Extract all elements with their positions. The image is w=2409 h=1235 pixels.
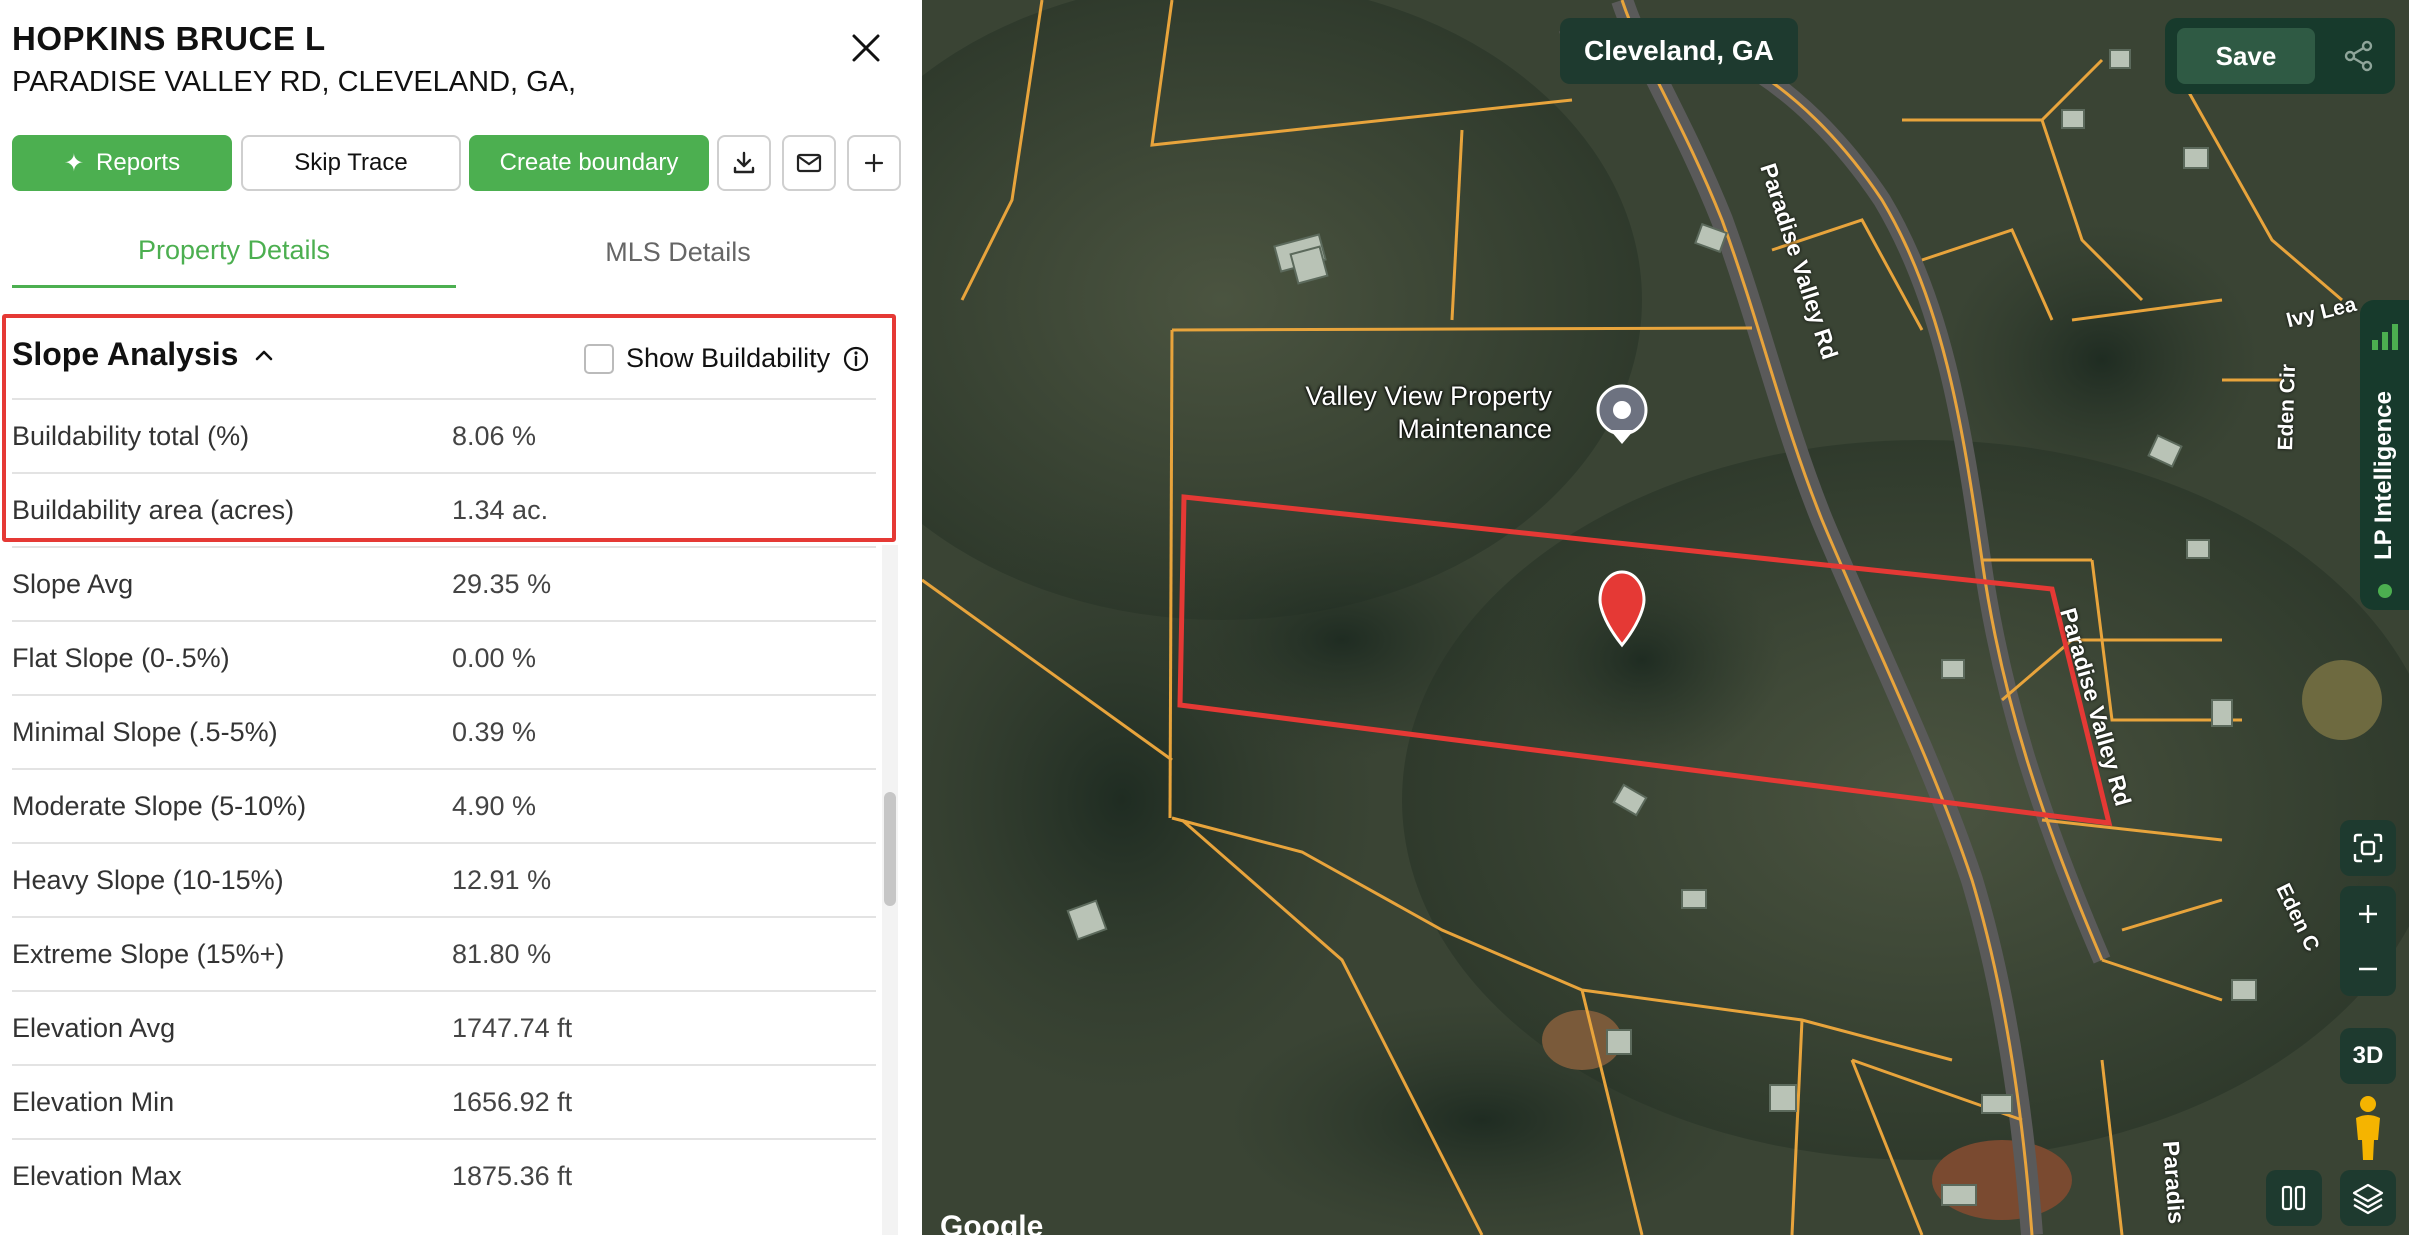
zoom-in-button[interactable] — [2340, 886, 2396, 941]
row-label: Extreme Slope (15%+) — [12, 938, 285, 969]
tab-mls-details[interactable]: MLS Details — [456, 228, 900, 288]
slope-table: Buildability total (%) 8.06 % Buildabili… — [12, 398, 876, 1212]
property-address: PARADISE VALLEY RD, CLEVELAND, GA, — [12, 66, 577, 98]
plus-icon — [864, 153, 884, 173]
row-value: 1.34 ac. — [452, 494, 549, 525]
create-boundary-button[interactable]: Create boundary — [469, 135, 709, 191]
row-value: 0.39 % — [452, 716, 537, 747]
row-label: Moderate Slope (5-10%) — [12, 790, 307, 821]
satellite-map[interactable]: Paradise Valley Rd Paradise Valley Rd Pa… — [922, 0, 2409, 1235]
map-attribution: Google — [940, 1210, 1044, 1235]
row-label: Slope Avg — [12, 568, 134, 599]
table-row: Minimal Slope (.5-5%) 0.39 % — [12, 694, 876, 768]
poi-label[interactable]: Valley View Property Maintenance — [1302, 380, 1552, 446]
split-view-button[interactable] — [2266, 1170, 2322, 1226]
chevron-up-icon — [256, 350, 273, 360]
signal-bars-icon — [2372, 324, 2398, 350]
row-label: Elevation Avg — [12, 1012, 176, 1043]
minus-icon — [2359, 967, 2377, 970]
skip-trace-label: Skip Trace — [294, 149, 408, 176]
row-label: Buildability area (acres) — [12, 494, 295, 525]
map-layers-button[interactable] — [2340, 1170, 2396, 1226]
table-row: Elevation Min 1656.92 ft — [12, 1064, 876, 1138]
row-label: Heavy Slope (10-15%) — [12, 864, 284, 895]
close-icon[interactable] — [846, 28, 886, 68]
recenter-button[interactable] — [2340, 820, 2396, 876]
table-row: Flat Slope (0-.5%) 0.00 % — [12, 620, 876, 694]
table-row: Moderate Slope (5-10%) 4.90 % — [12, 768, 876, 842]
status-dot — [2378, 584, 2392, 598]
map-imagery — [922, 0, 2409, 1235]
sparkle-icon: ✦ — [63, 149, 85, 177]
table-row: Buildability area (acres) 1.34 ac. — [12, 472, 876, 546]
email-button[interactable] — [782, 135, 836, 191]
save-panel: Save — [2165, 18, 2395, 94]
columns-icon — [2281, 1185, 2306, 1211]
row-label: Flat Slope (0-.5%) — [12, 642, 230, 673]
road-label: Paradis — [2158, 1140, 2190, 1225]
table-row: Elevation Avg 1747.74 ft — [12, 990, 876, 1064]
table-row: Heavy Slope (10-15%) 12.91 % — [12, 842, 876, 916]
row-label: Elevation Min — [12, 1086, 175, 1117]
zoom-controls — [2340, 886, 2396, 996]
plus-icon — [2359, 904, 2377, 923]
lp-intelligence-label: LP Intelligence — [2370, 391, 2397, 560]
row-label: Buildability total (%) — [12, 420, 250, 451]
reports-button[interactable]: ✦ Reports — [12, 135, 232, 191]
download-button[interactable] — [717, 135, 771, 191]
info-icon[interactable] — [842, 345, 870, 373]
row-label: Minimal Slope (.5-5%) — [12, 716, 278, 747]
create-boundary-label: Create boundary — [499, 149, 679, 176]
row-value: 0.00 % — [452, 642, 537, 673]
tab-property-details[interactable]: Property Details — [12, 228, 456, 288]
layers-icon — [2352, 1183, 2384, 1215]
row-value: 4.90 % — [452, 790, 537, 821]
detail-tabs: Property Details MLS Details — [12, 228, 900, 288]
property-panel: HOPKINS BRUCE L PARADISE VALLEY RD, CLEV… — [0, 0, 922, 1235]
3d-toggle-button[interactable]: 3D — [2340, 1028, 2396, 1084]
row-value: 81.80 % — [452, 938, 552, 969]
row-value: 1656.92 ft — [452, 1086, 573, 1117]
add-button[interactable] — [847, 135, 901, 191]
reports-label: Reports — [96, 149, 181, 176]
row-label: Elevation Max — [12, 1160, 182, 1191]
show-buildability-checkbox[interactable] — [584, 343, 614, 374]
zoom-out-button[interactable] — [2340, 941, 2396, 996]
panel-scrollbar-thumb[interactable] — [884, 792, 896, 906]
location-chip[interactable]: Cleveland, GA — [1560, 18, 1798, 84]
owner-name: HOPKINS BRUCE L — [12, 20, 326, 57]
mail-icon — [796, 153, 822, 173]
show-buildability-toggle[interactable]: Show Buildability — [584, 343, 870, 374]
download-icon — [733, 151, 755, 174]
skip-trace-button[interactable]: Skip Trace — [241, 135, 461, 191]
save-button[interactable]: Save — [2177, 28, 2315, 84]
table-row: Elevation Max 1875.36 ft — [12, 1138, 876, 1212]
row-value: 8.06 % — [452, 420, 537, 451]
row-value: 1747.74 ft — [452, 1012, 573, 1043]
row-value: 12.91 % — [452, 864, 552, 895]
share-icon[interactable] — [2341, 38, 2377, 74]
focus-frame-icon — [2353, 833, 2383, 863]
table-row: Buildability total (%) 8.06 % — [12, 398, 876, 472]
section-title: Slope Analysis — [12, 336, 239, 372]
slope-analysis-header[interactable]: Slope Analysis — [12, 336, 276, 373]
road-label: Eden Cir — [2274, 363, 2300, 451]
table-row: Extreme Slope (15%+) 81.80 % — [12, 916, 876, 990]
show-buildability-label: Show Buildability — [626, 343, 831, 373]
table-row: Slope Avg 29.35 % — [12, 546, 876, 620]
row-value: 1875.36 ft — [452, 1160, 573, 1191]
row-value: 29.35 % — [452, 568, 552, 599]
street-view-pegman-icon[interactable] — [2340, 1092, 2396, 1164]
